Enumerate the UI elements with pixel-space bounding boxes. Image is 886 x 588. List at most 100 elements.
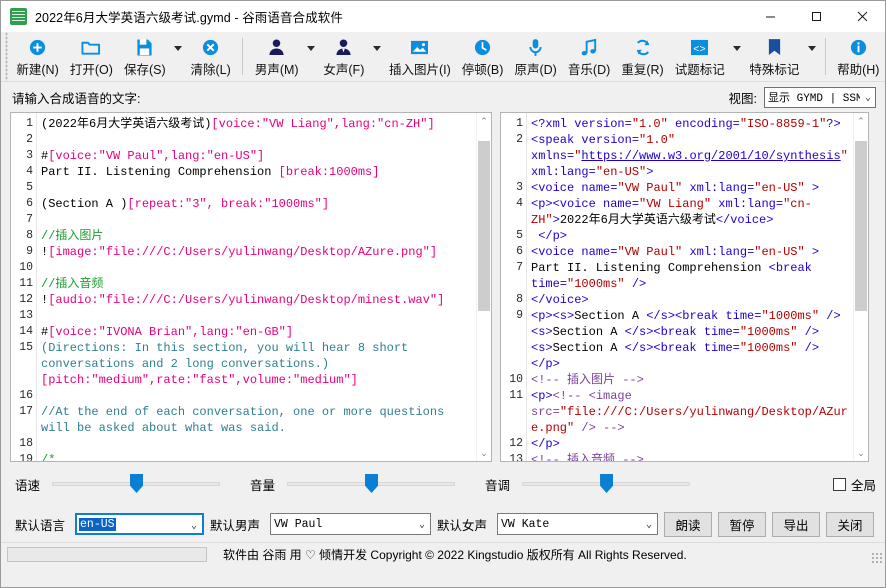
gymd-code-text[interactable]: (2022年6月大学英语六级考试)[voice:"VW Liang",lang:… bbox=[37, 113, 476, 461]
code-token: ?> bbox=[826, 117, 841, 131]
code-token: xml:lang= bbox=[718, 197, 784, 211]
code-token: "1000ms" bbox=[761, 309, 820, 323]
toolbar-exam-mark-button[interactable]: <> 试题标记 bbox=[669, 32, 730, 81]
toolbar-clear-button[interactable]: 清除(L) bbox=[185, 32, 236, 81]
code-line: Part II. Listening Comprehension <break … bbox=[531, 260, 851, 292]
code-token: <speak bbox=[531, 133, 582, 147]
pitch-label: 音调 bbox=[485, 478, 511, 493]
line-number: 1 bbox=[516, 117, 523, 130]
close-button[interactable] bbox=[839, 1, 885, 32]
pitch-slider[interactable] bbox=[522, 473, 691, 495]
code-line: </p> bbox=[531, 228, 851, 244]
main-toolbar: 新建(N) 打开(O) 保存(S) 清除(L) 男声(M) 女声(F) 插入图片… bbox=[1, 32, 885, 82]
volume-slider-group: 音量 bbox=[250, 473, 456, 495]
read-aloud-button[interactable]: 朗读 bbox=[664, 511, 713, 537]
view-mode-select[interactable]: 显示 GYMD | SSML 格 ⌄ bbox=[764, 86, 876, 108]
code-line: <voice name="VW Paul" xml:lang="en-US" > bbox=[531, 180, 851, 196]
toolbar-item-label: 新建(N) bbox=[16, 63, 59, 77]
code-token: encoding= bbox=[675, 117, 740, 131]
code-token: "VW Paul" bbox=[617, 245, 683, 259]
line-number: 11 bbox=[19, 277, 33, 290]
volume-slider[interactable] bbox=[287, 473, 456, 495]
toolbar-male-voice-button[interactable]: 男声(M) bbox=[249, 32, 304, 81]
global-checkbox[interactable] bbox=[832, 477, 846, 491]
svg-text:<>: <> bbox=[694, 43, 706, 55]
code-token: " bbox=[840, 149, 848, 163]
toolbar-music-button[interactable]: 音乐(D) bbox=[562, 32, 615, 81]
code-token: [pitch:"medium",rate:"fast",volume:"medi… bbox=[41, 373, 358, 387]
scroll-down-icon[interactable]: ⌄ bbox=[854, 445, 868, 461]
toolbar-exam-mark-dropdown-arrow[interactable] bbox=[730, 32, 744, 81]
toolbar-special-mark-dropdown-arrow[interactable] bbox=[805, 32, 819, 81]
code-token: xmlns= bbox=[531, 149, 575, 163]
code-token: "1.0" bbox=[631, 117, 668, 131]
toolbar-item-label: 原声(D) bbox=[514, 63, 557, 77]
code-token: name= bbox=[603, 197, 640, 211]
toolbar-save-button[interactable]: 保存(S) bbox=[118, 32, 171, 81]
line-number: 4 bbox=[516, 197, 523, 210]
code-line: </p> bbox=[531, 436, 851, 452]
default-female-voice-select[interactable]: VW Kate ⌄ bbox=[497, 513, 659, 535]
code-line: #[voice:"IVONA Brian",lang:"en-GB"] bbox=[41, 324, 474, 340]
toolbar-save-dropdown-arrow[interactable] bbox=[171, 32, 185, 81]
toolbar-break-button[interactable]: 停顿(B) bbox=[456, 32, 509, 81]
pitch-slider-group: 音调 bbox=[485, 473, 691, 495]
line-number: 13 bbox=[19, 309, 33, 322]
code-token: [break:1000ms] bbox=[278, 165, 380, 179]
right-editor-scrollbar[interactable]: ⌃ ⌄ bbox=[853, 113, 868, 461]
toolbar-female-voice-button[interactable]: 女声(F) bbox=[318, 32, 370, 81]
toolbar-male-voice-dropdown-arrow[interactable] bbox=[304, 32, 318, 81]
toolbar-help-button[interactable]: 帮助(H) bbox=[832, 32, 885, 81]
line-number: 4 bbox=[26, 165, 33, 178]
audio-parameter-sliders: 语速 音量 音调 全局 bbox=[1, 462, 885, 506]
scroll-down-icon[interactable]: ⌄ bbox=[477, 445, 491, 461]
ssml-output-editor[interactable]: 1234567891011121314 <?xml version="1.0" … bbox=[500, 112, 869, 462]
input-prompt-label: 请输入合成语音的文字: bbox=[12, 91, 141, 106]
speed-slider[interactable] bbox=[52, 473, 221, 495]
slider-thumb[interactable] bbox=[365, 474, 379, 493]
line-number: 3 bbox=[26, 149, 33, 162]
toolbar-special-mark-button[interactable]: 特殊标记 bbox=[744, 32, 805, 81]
default-language-label: 默认语言 bbox=[15, 518, 66, 533]
maximize-button[interactable] bbox=[793, 1, 839, 32]
chevron-down-icon: ⌄ bbox=[645, 520, 653, 531]
minimize-button[interactable] bbox=[747, 1, 793, 32]
code-brackets-icon: <> bbox=[690, 36, 709, 58]
global-checkbox-group[interactable]: 全局 bbox=[832, 475, 876, 494]
default-language-select[interactable]: en-US ⌄ bbox=[75, 513, 204, 535]
toolbar-female-voice-dropdown-arrow[interactable] bbox=[370, 32, 384, 81]
gymd-source-editor[interactable]: 1 2 3 4 5 6 7 8 9 10 11 12 13 14 15 16 17 18 19 (2022年6月大学… bbox=[10, 112, 492, 462]
default-female-voice-value: VW Kate bbox=[501, 517, 550, 531]
left-editor-scrollbar[interactable]: ⌃ ⌄ bbox=[476, 113, 491, 461]
code-line: /* bbox=[41, 452, 474, 461]
scrollbar-thumb[interactable] bbox=[478, 141, 490, 311]
code-line: ![image:"file:///C:/Users/yulinwang/Desk… bbox=[41, 244, 474, 260]
pause-button[interactable]: 暂停 bbox=[718, 511, 767, 537]
line-number: 11 bbox=[509, 389, 523, 402]
scrollbar-thumb[interactable] bbox=[855, 141, 867, 311]
default-male-voice-select[interactable]: VW Paul ⌄ bbox=[270, 513, 431, 535]
toolbar-insert-image-button[interactable]: 插入图片(I) bbox=[384, 32, 457, 81]
toolbar-item-label: 音乐(D) bbox=[567, 63, 611, 77]
toolbar-original-voice-button[interactable]: 原声(D) bbox=[509, 32, 562, 81]
code-token: "1.0" bbox=[639, 133, 676, 147]
code-token: "en-US" bbox=[595, 165, 647, 179]
toolbar-new-button[interactable]: 新建(N) bbox=[11, 32, 64, 81]
scroll-up-icon[interactable]: ⌃ bbox=[480, 113, 488, 129]
code-line: Part II. Listening Comprehension [break:… bbox=[41, 164, 474, 180]
ssml-code-text[interactable]: <?xml version="1.0" encoding="ISO-8859-1… bbox=[527, 113, 853, 461]
view-mode-value: 显示 GYMD | SSML 格 bbox=[768, 93, 860, 105]
resize-grip[interactable] bbox=[871, 552, 883, 564]
close-app-button[interactable]: 关闭 bbox=[826, 511, 875, 537]
export-button[interactable]: 导出 bbox=[772, 511, 821, 537]
slider-thumb[interactable] bbox=[600, 474, 614, 493]
toolbar-open-button[interactable]: 打开(O) bbox=[64, 32, 118, 81]
global-checkbox-label: 全局 bbox=[850, 478, 876, 493]
scroll-up-icon[interactable]: ⌃ bbox=[857, 113, 865, 129]
info-icon bbox=[849, 36, 868, 58]
toolbar-grip[interactable] bbox=[3, 32, 11, 81]
slider-thumb[interactable] bbox=[130, 474, 144, 493]
toolbar-repeat-button[interactable]: 重复(R) bbox=[616, 32, 669, 81]
